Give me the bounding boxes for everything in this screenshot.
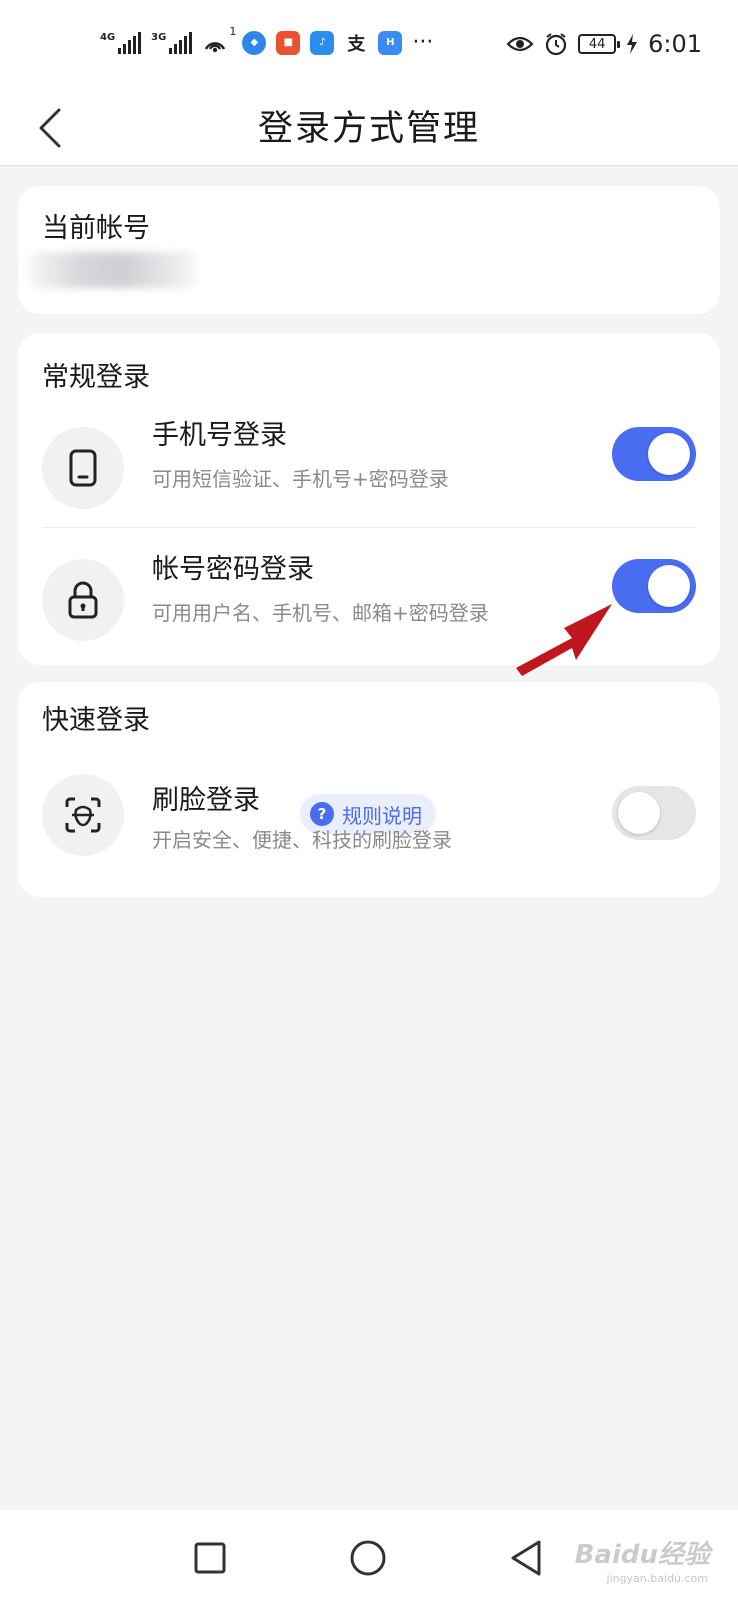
docs-app-icon: H [378, 30, 403, 55]
status-bar: 4G 3G 1 ◆ ■ ♪ 支 H ··· 44 6:01 [0, 0, 738, 90]
face-icon-wrap [42, 774, 124, 856]
alarm-icon [545, 33, 567, 56]
phone-icon [69, 449, 97, 487]
phone-login-item[interactable]: 手机号登录 可用短信验证、手机号+密码登录 [18, 403, 720, 533]
password-login-title: 帐号密码登录 [152, 554, 314, 585]
more-notifications-icon: ··· [412, 30, 434, 55]
system-nav-bar: Baidu经验 jingyan.baidu.com [0, 1510, 738, 1600]
annotation-arrow-icon [516, 604, 612, 676]
eye-icon [506, 36, 534, 52]
face-scan-icon [65, 797, 101, 833]
phone-icon-wrap [42, 427, 124, 509]
lock-icon-wrap [42, 559, 124, 641]
password-login-subtitle: 可用用户名、手机号、邮箱+密码登录 [152, 601, 489, 625]
phone-login-subtitle: 可用短信验证、手机号+密码登录 [152, 467, 449, 491]
phone-login-toggle[interactable] [612, 427, 696, 481]
current-account-card: 当前帐号 [18, 186, 720, 314]
watermark-url: jingyan.baidu.com [606, 1572, 708, 1585]
browser-app-icon: ◆ [242, 30, 267, 55]
toggle-knob [648, 433, 690, 475]
current-account-title: 当前帐号 [42, 213, 150, 244]
lock-icon [68, 581, 98, 619]
signal-3g-icon: 3G [151, 31, 193, 54]
status-left-icons: 4G 3G 1 ◆ ■ ♪ 支 H ··· [100, 25, 434, 56]
password-login-toggle[interactable] [612, 559, 696, 613]
square-icon [194, 1542, 226, 1574]
divider [42, 527, 696, 528]
toggle-knob [618, 792, 660, 834]
toggle-knob [648, 565, 690, 607]
quick-login-title: 快速登录 [42, 705, 150, 736]
page-title: 登录方式管理 [257, 109, 480, 149]
phone-login-title: 手机号登录 [152, 420, 287, 451]
charging-icon [627, 34, 638, 54]
back-nav-button[interactable] [496, 1528, 556, 1588]
alipay-app-icon: 支 [344, 30, 369, 55]
assistant-app-icon: ♪ [310, 30, 335, 55]
watermark: Baidu经验 [574, 1540, 710, 1570]
regular-login-title: 常规登录 [42, 362, 150, 393]
circle-icon [350, 1540, 386, 1576]
triangle-back-icon [511, 1540, 541, 1576]
battery-level: 44 [588, 36, 606, 52]
face-login-toggle[interactable] [612, 786, 696, 840]
face-login-item[interactable]: 刷脸登录 ? 规则说明 开启安全、便捷、科技的刷脸登录 [18, 770, 720, 900]
signal-4g-label: 4G [100, 31, 116, 43]
question-icon: ? [310, 802, 334, 826]
face-login-subtitle: 开启安全、便捷、科技的刷脸登录 [152, 828, 452, 852]
signal-4g-icon: 4G [100, 31, 142, 54]
battery-icon: 44 [578, 34, 621, 54]
header: 登录方式管理 [0, 90, 738, 166]
status-right-icons: 44 6:01 [506, 30, 702, 58]
hotspot-icon: 1 [202, 25, 236, 55]
signal-3g-label: 3G [151, 31, 167, 43]
face-login-title: 刷脸登录 [152, 785, 260, 816]
home-button[interactable] [338, 1528, 398, 1588]
hotspot-badge: 1 [229, 24, 237, 38]
quick-login-card: 快速登录 刷脸登录 ? 规则说明 开启安全、便捷、科技的刷脸登录 [18, 682, 720, 897]
recent-apps-button[interactable] [180, 1528, 240, 1588]
bank-app-icon: ■ [276, 30, 301, 55]
status-time: 6:01 [648, 30, 702, 58]
blurred-account-value [28, 252, 198, 288]
